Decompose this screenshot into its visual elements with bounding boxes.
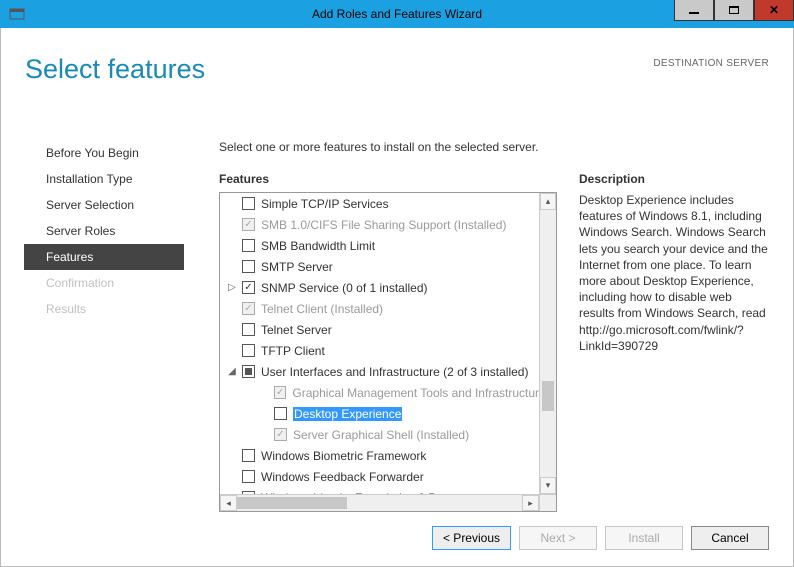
- feature-label: Simple TCP/IP Services: [261, 197, 389, 211]
- window-controls: ✕: [674, 0, 794, 28]
- nav-item: Results: [24, 296, 184, 322]
- nav-item[interactable]: Features: [24, 244, 184, 270]
- maximize-button[interactable]: [714, 0, 754, 21]
- checkbox[interactable]: [242, 470, 255, 483]
- scroll-up-arrow-icon[interactable]: ▴: [540, 193, 556, 210]
- feature-item[interactable]: Telnet Server: [220, 319, 539, 340]
- feature-item: SMB 1.0/CIFS File Sharing Support (Insta…: [220, 214, 539, 235]
- destination-server-label: DESTINATION SERVER: [653, 58, 769, 69]
- checkbox[interactable]: [242, 260, 255, 273]
- nav-item[interactable]: Installation Type: [24, 166, 184, 192]
- nav-item[interactable]: Server Roles: [24, 218, 184, 244]
- nav-item[interactable]: Before You Begin: [24, 140, 184, 166]
- feature-label: User Interfaces and Infrastructure (2 of…: [261, 365, 528, 379]
- scroll-down-arrow-icon[interactable]: ▾: [540, 477, 556, 494]
- checkbox[interactable]: [242, 323, 255, 336]
- checkbox[interactable]: [242, 281, 255, 294]
- nav-item: Confirmation: [24, 270, 184, 296]
- feature-item[interactable]: ▷ SNMP Service (0 of 1 installed): [220, 277, 539, 298]
- horizontal-scroll-thumb[interactable]: [237, 497, 347, 509]
- feature-label: SMB 1.0/CIFS File Sharing Support (Insta…: [261, 218, 506, 232]
- feature-item[interactable]: TFTP Client: [220, 340, 539, 361]
- checkbox[interactable]: [274, 407, 287, 420]
- feature-item[interactable]: Windows Feedback Forwarder: [220, 466, 539, 487]
- checkbox[interactable]: [242, 239, 255, 252]
- main-panel: Select one or more features to install o…: [219, 140, 769, 512]
- checkbox: [242, 218, 255, 231]
- checkbox[interactable]: [242, 197, 255, 210]
- feature-item[interactable]: Windows Identity Foundation 3.5: [220, 487, 539, 494]
- scroll-corner: [539, 494, 556, 511]
- features-label: Features: [219, 172, 557, 186]
- previous-button[interactable]: < Previous: [432, 526, 511, 550]
- scroll-right-arrow-icon[interactable]: ▸: [522, 495, 539, 511]
- feature-item[interactable]: Windows Biometric Framework: [220, 445, 539, 466]
- feature-label: Telnet Client (Installed): [261, 302, 383, 316]
- feature-label: SMTP Server: [261, 260, 333, 274]
- feature-label: TFTP Client: [261, 344, 325, 358]
- checkbox[interactable]: [242, 365, 255, 378]
- checkbox[interactable]: [242, 344, 255, 357]
- checkbox: [274, 428, 287, 441]
- feature-label: Telnet Server: [261, 323, 332, 337]
- app-icon: [6, 3, 28, 25]
- instruction-text: Select one or more features to install o…: [219, 140, 769, 154]
- feature-item[interactable]: ◢ User Interfaces and Infrastructure (2 o…: [220, 361, 539, 382]
- cancel-button[interactable]: Cancel: [691, 526, 769, 550]
- titlebar: Add Roles and Features Wizard ✕: [0, 0, 794, 28]
- wizard-button-row: < Previous Next > Install Cancel: [432, 526, 769, 550]
- feature-label: Windows Biometric Framework: [261, 449, 426, 463]
- close-button[interactable]: ✕: [754, 0, 794, 21]
- vertical-scroll-thumb[interactable]: [542, 381, 554, 411]
- feature-item[interactable]: Desktop Experience: [220, 403, 539, 424]
- feature-label: SMB Bandwidth Limit: [261, 239, 375, 253]
- feature-item: Telnet Client (Installed): [220, 298, 539, 319]
- wizard-nav: Before You BeginInstallation TypeServer …: [24, 140, 184, 322]
- next-button[interactable]: Next >: [519, 526, 597, 550]
- feature-item[interactable]: SMB Bandwidth Limit: [220, 235, 539, 256]
- nav-item[interactable]: Server Selection: [24, 192, 184, 218]
- feature-item: Server Graphical Shell (Installed): [220, 424, 539, 445]
- install-button[interactable]: Install: [605, 526, 683, 550]
- feature-label: Server Graphical Shell (Installed): [293, 428, 469, 442]
- expander-icon[interactable]: ◢: [226, 366, 238, 377]
- feature-item: Graphical Management Tools and Infrastru…: [220, 382, 539, 403]
- features-tree[interactable]: Simple TCP/IP Services SMB 1.0/CIFS File …: [219, 192, 557, 512]
- wizard-body: Select features DESTINATION SERVER Befor…: [0, 28, 794, 567]
- expander-icon[interactable]: ▷: [226, 282, 238, 293]
- checkbox[interactable]: [242, 449, 255, 462]
- feature-label: SNMP Service (0 of 1 installed): [261, 281, 428, 295]
- description-text: Desktop Experience includes features of …: [579, 192, 769, 354]
- feature-label: Desktop Experience: [293, 407, 402, 421]
- description-label: Description: [579, 172, 769, 186]
- minimize-button[interactable]: [674, 0, 714, 21]
- feature-item[interactable]: Simple TCP/IP Services: [220, 193, 539, 214]
- feature-item[interactable]: SMTP Server: [220, 256, 539, 277]
- scroll-left-arrow-icon[interactable]: ◂: [220, 495, 237, 511]
- feature-label: Windows Feedback Forwarder: [261, 470, 424, 484]
- checkbox: [242, 302, 255, 315]
- feature-label: Graphical Management Tools and Infrastru…: [292, 386, 539, 400]
- vertical-scrollbar[interactable]: ▴ ▾: [539, 193, 556, 494]
- page-title: Select features: [25, 54, 205, 85]
- checkbox: [274, 386, 286, 399]
- horizontal-scrollbar[interactable]: ◂ ▸: [220, 494, 539, 511]
